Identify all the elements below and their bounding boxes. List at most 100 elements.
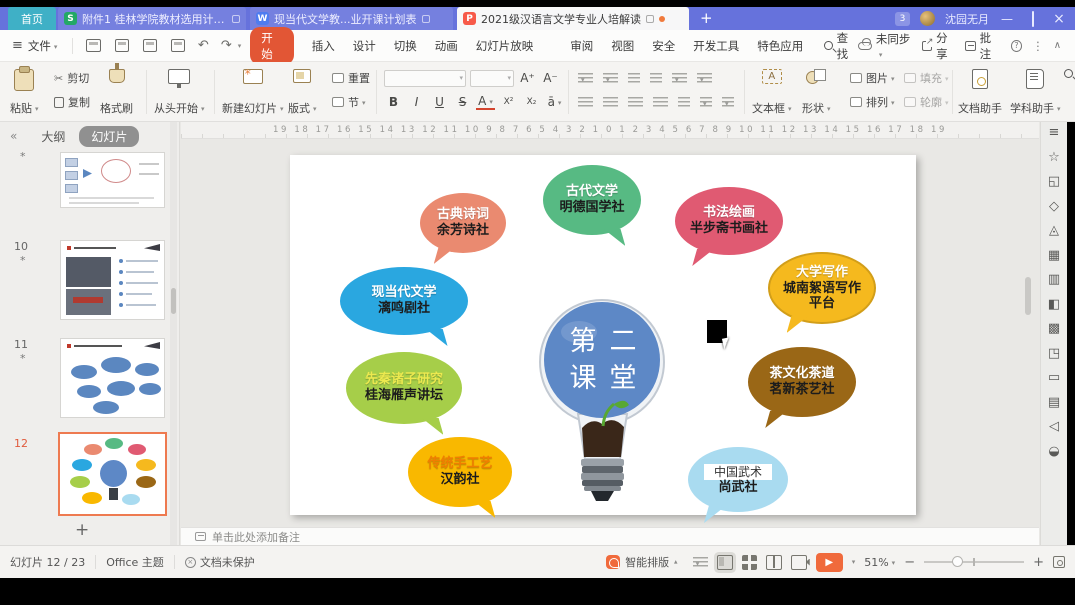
export-share-icon[interactable]: ◳	[1048, 347, 1060, 360]
tab-security[interactable]: 安全	[652, 38, 675, 54]
theme-name[interactable]: Office 主题	[106, 554, 164, 570]
play-slideshow-button[interactable]: ▶	[816, 553, 843, 572]
undo-icon[interactable]: ↶	[198, 38, 209, 53]
tab-special-apps[interactable]: 特色应用	[757, 38, 803, 54]
normal-view-button[interactable]	[717, 555, 733, 570]
picture-button[interactable]: 图片	[850, 66, 895, 90]
reading-view-button[interactable]	[766, 555, 782, 570]
panel-handle-icon[interactable]: ≡	[1049, 126, 1060, 139]
avatar[interactable]	[920, 11, 935, 26]
increase-font-icon[interactable]: A⁺	[518, 71, 537, 85]
tab-outline[interactable]: 大纲	[41, 128, 65, 145]
save-icon[interactable]	[86, 39, 100, 52]
sync-status[interactable]: 未同步	[858, 31, 914, 61]
bullet-list-icon[interactable]	[578, 73, 593, 84]
superscript-button[interactable]: X²	[499, 97, 518, 107]
switch-window-icon[interactable]: ◱	[1048, 175, 1060, 188]
increase-indent-icon[interactable]	[650, 73, 662, 84]
format-painter-button[interactable]: 格式刷	[100, 66, 133, 118]
clear-format-button[interactable]: ā	[545, 95, 564, 109]
tab-review[interactable]: 审阅	[570, 38, 593, 54]
help-icon[interactable]: ?	[1011, 40, 1022, 52]
protection-status[interactable]: 文档未保护	[200, 554, 255, 570]
align-left-icon[interactable]	[578, 97, 593, 108]
notes-toggle-icon[interactable]	[693, 557, 708, 568]
zoom-in-button[interactable]: +	[1033, 555, 1044, 570]
chart-icon[interactable]: ▥	[1048, 273, 1060, 286]
doc-tab-spreadsheet[interactable]: S 附件1 桂林学院教材选用计划表	[58, 7, 246, 30]
subject-assistant-button[interactable]: 学科助手	[1010, 66, 1061, 118]
font-family-select[interactable]	[384, 70, 466, 87]
zoom-level[interactable]: 51%	[864, 556, 895, 569]
notes-bar[interactable]: 单击此处添加备注	[181, 527, 1039, 545]
redo-icon[interactable]: ↷	[221, 38, 232, 53]
notification-badge[interactable]: 3	[895, 12, 910, 26]
bold-button[interactable]: B	[384, 95, 403, 109]
bubble-tea-culture[interactable]: 茶文化茶道 茗新茶艺社	[748, 347, 856, 417]
align-right-icon[interactable]	[628, 97, 643, 108]
pin-icon[interactable]	[232, 15, 240, 23]
collapse-ribbon-icon[interactable]: ∧	[1054, 40, 1061, 51]
close-button[interactable]: ×	[1051, 11, 1067, 27]
download-icon[interactable]: ◒	[1048, 445, 1059, 458]
panel-scrollbar-thumb[interactable]	[171, 288, 176, 314]
file-menu[interactable]: 文件	[28, 38, 58, 54]
home-tab[interactable]: 首页	[8, 7, 56, 30]
strikethrough-button[interactable]: S	[453, 95, 472, 109]
line-spacing-icon[interactable]	[697, 73, 712, 84]
print-preview-icon[interactable]	[171, 39, 185, 52]
insert-shapes-icon[interactable]: ◇	[1049, 200, 1059, 213]
slide-thumbnail-12-selected[interactable]	[58, 432, 167, 516]
underline-button[interactable]: U	[430, 95, 449, 109]
maximize-button[interactable]	[1025, 12, 1041, 26]
reset-button[interactable]: 重置	[332, 66, 370, 90]
current-slide[interactable]: 古典诗词 余芳诗社 古代文学 明德国学社 书法绘画 半步斋书画社 现当代文学 漓	[290, 155, 916, 515]
decrease-font-icon[interactable]: A⁻	[541, 71, 560, 85]
paragraph-more-icon[interactable]	[722, 97, 734, 108]
from-beginning-button[interactable]: 从头开始	[154, 66, 205, 118]
slide-thumbnail-11[interactable]	[60, 338, 165, 418]
copy-button[interactable]: 复制	[54, 90, 90, 114]
design-tools-icon[interactable]: ◬	[1049, 224, 1059, 237]
zoom-slider-knob[interactable]	[952, 556, 963, 567]
font-color-button[interactable]: A	[476, 94, 495, 110]
layout-button[interactable]: 版式	[288, 66, 317, 118]
distribute-icon[interactable]	[678, 97, 690, 108]
bubble-calligraphy-painting[interactable]: 书法绘画 半步斋书画社	[675, 187, 783, 255]
add-slide-button[interactable]: +	[75, 520, 89, 540]
canvas-scrollbar-thumb[interactable]	[1025, 277, 1031, 315]
tab-transition[interactable]: 切换	[394, 38, 417, 54]
textbox-tool-icon[interactable]: ▭	[1048, 371, 1060, 384]
font-size-select[interactable]	[470, 70, 514, 87]
presenter-view-button[interactable]	[791, 555, 807, 570]
image-gallery-icon[interactable]: ▩	[1048, 322, 1060, 335]
cut-button[interactable]: ✂ 剪切	[54, 66, 90, 90]
zoom-out-button[interactable]: −	[904, 555, 915, 570]
panel-scrollbar[interactable]	[170, 122, 177, 545]
tab-slideshow[interactable]: 幻灯片放映	[476, 38, 534, 54]
align-center-icon[interactable]	[603, 97, 618, 108]
tab-view[interactable]: 视图	[611, 38, 634, 54]
tab-design[interactable]: 设计	[353, 38, 376, 54]
subscript-button[interactable]: X₂	[522, 97, 541, 107]
audio-icon[interactable]: ◁	[1049, 420, 1059, 433]
new-tab-button[interactable]: +	[700, 9, 713, 27]
new-slide-button[interactable]: 新建幻灯片	[222, 66, 284, 118]
paste-button[interactable]: 粘贴	[10, 66, 39, 118]
bubble-martial-arts[interactable]: 中国武术 尚武社	[688, 447, 788, 512]
find-button[interactable]: 查找	[824, 30, 858, 62]
text-direction-icon[interactable]	[672, 73, 687, 84]
pin-icon[interactable]	[422, 15, 430, 23]
numbered-list-icon[interactable]	[603, 73, 618, 84]
play-options-caret-icon[interactable]: ▾	[852, 558, 856, 566]
share-button[interactable]: 分享	[922, 30, 957, 62]
italic-button[interactable]: I	[407, 95, 426, 109]
textbox-button[interactable]: A 文本框	[752, 66, 792, 118]
tab-slides[interactable]: 幻灯片	[79, 126, 139, 147]
clipped-find-group[interactable]	[1064, 66, 1075, 118]
pin-icon[interactable]	[646, 15, 654, 23]
shapes-button[interactable]: 形状	[802, 66, 831, 118]
bubble-ancient-literature[interactable]: 古代文学 明德国学社	[543, 165, 641, 235]
more-options-icon[interactable]: ⋮	[1032, 39, 1044, 53]
layout-grid-icon[interactable]: ▦	[1048, 249, 1060, 262]
